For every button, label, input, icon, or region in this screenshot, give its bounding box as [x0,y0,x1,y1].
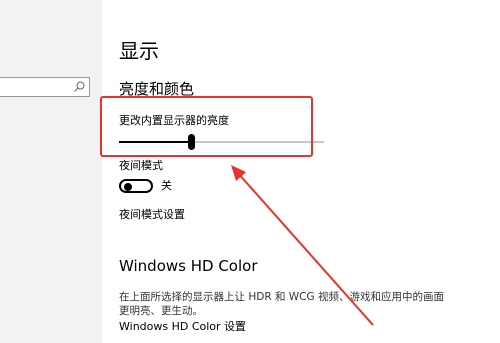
annotation-highlight-box [100,96,313,157]
sidebar [0,0,102,343]
hd-color-title: Windows HD Color [119,257,258,275]
page-title: 显示 [119,39,159,63]
search-input[interactable] [0,78,73,96]
search-box[interactable] [0,77,90,97]
hd-color-settings-link[interactable]: Windows HD Color 设置 [119,320,246,334]
night-mode-state: 关 [161,179,172,192]
night-mode-label: 夜间模式 [119,159,163,172]
night-mode-toggle[interactable] [119,179,153,193]
hd-color-description: 在上面所选择的显示器上让 HDR 和 WCG 视频、游戏和应用中的画面更明亮、更… [119,291,444,317]
toggle-knob [124,183,132,191]
night-mode-settings-link[interactable]: 夜间模式设置 [119,208,185,222]
search-icon[interactable] [72,80,86,94]
settings-window: 显示 亮度和颜色 更改内置显示器的亮度 夜间模式 关 夜间模式设置 Window… [0,0,500,343]
